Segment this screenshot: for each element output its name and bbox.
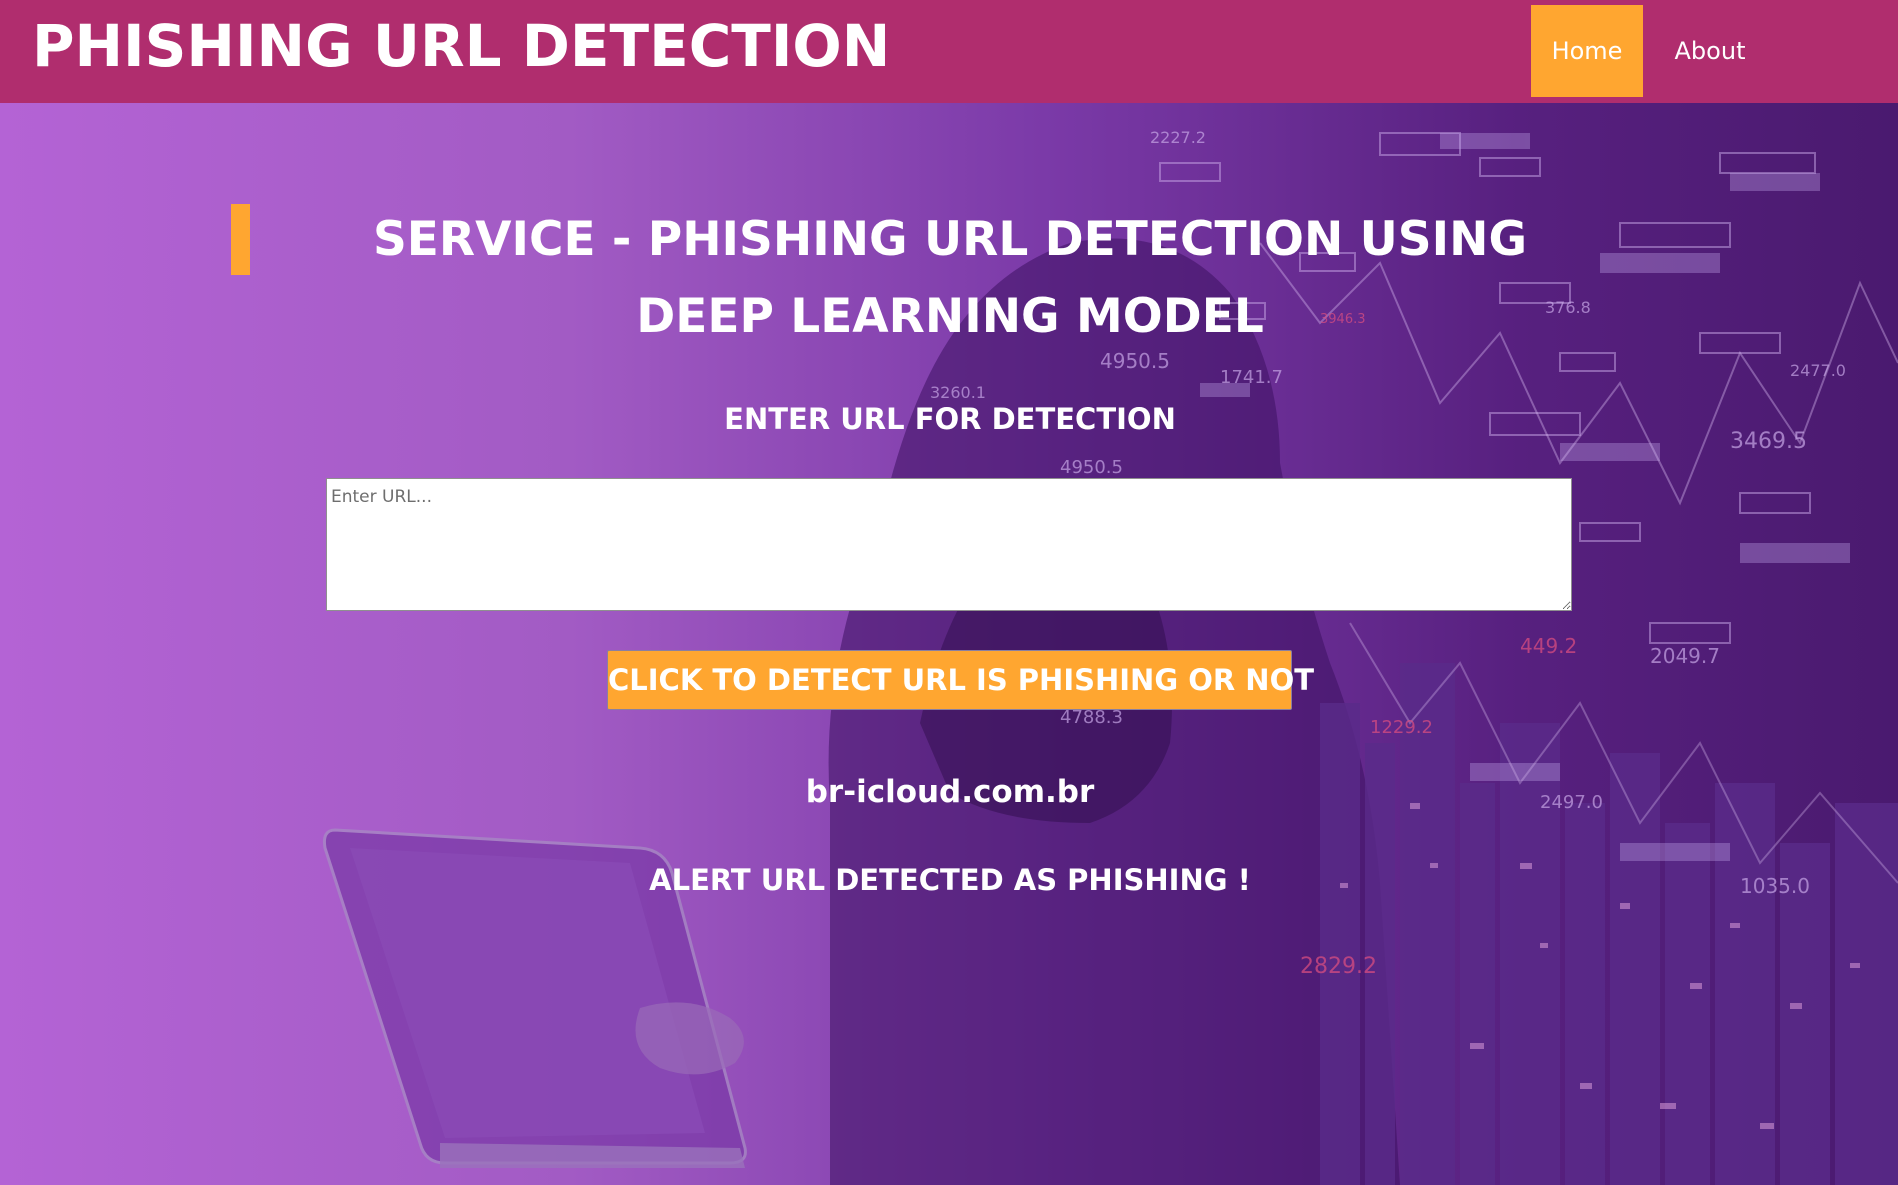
main-content: SERVICE - PHISHING URL DETECTION USING D… — [0, 103, 1898, 1185]
brand-title: PHISHING URL DETECTION — [32, 12, 891, 80]
result-alert-message: ALERT URL DETECTED AS PHISHING ! — [649, 863, 1251, 897]
nav-home-link[interactable]: Home — [1531, 5, 1643, 97]
page: 2227.2 376.8 4950.5 1741.7 2477.0 3469.5… — [0, 0, 1898, 1185]
service-title: SERVICE - PHISHING URL DETECTION USING D… — [372, 212, 1528, 344]
url-input[interactable] — [326, 478, 1572, 611]
nav-about-link[interactable]: About — [1660, 5, 1760, 97]
url-input-label: ENTER URL FOR DETECTION — [724, 402, 1176, 436]
accent-bar — [231, 204, 250, 275]
detect-button[interactable]: CLICK TO DETECT URL IS PHISHING OR NOT — [607, 650, 1314, 710]
result-url: br-icloud.com.br — [805, 774, 1095, 810]
navbar: PHISHING URL DETECTION Home About — [0, 0, 1898, 103]
